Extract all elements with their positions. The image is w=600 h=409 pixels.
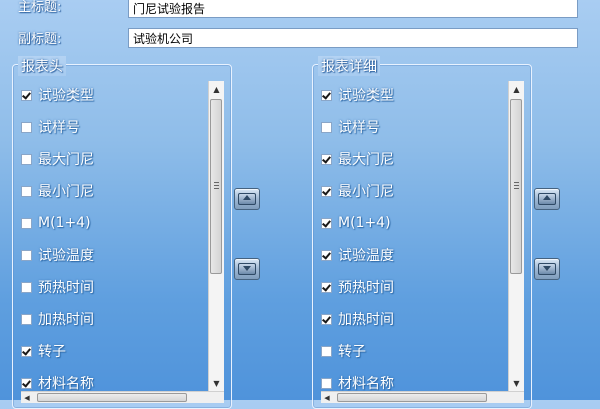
report-detail-item[interactable]: 预热时间 — [321, 277, 394, 297]
checkbox[interactable] — [321, 185, 332, 197]
checkbox[interactable] — [321, 345, 332, 357]
report-header-vscroll[interactable]: ▲ ▼ — [208, 81, 224, 391]
checkbox-label: 试验类型 — [338, 88, 394, 104]
report-header-item[interactable]: 加热时间 — [21, 309, 94, 329]
checkbox-label: 材料名称 — [38, 376, 94, 392]
report-detail-item[interactable]: 转子 — [321, 341, 366, 361]
move-down-icon — [238, 263, 256, 275]
checkbox-label: M(1+4) — [38, 215, 91, 231]
report-header-item[interactable]: 材料名称 — [21, 373, 94, 393]
checkbox-label: 预热时间 — [38, 280, 94, 296]
report-detail-item[interactable]: M(1+4) — [321, 213, 391, 233]
checkbox[interactable] — [321, 153, 332, 165]
checkbox-label: 最大门尼 — [38, 152, 94, 168]
checkbox-label: 试验类型 — [38, 88, 94, 104]
checkbox[interactable] — [321, 217, 332, 229]
report-detail-item[interactable]: 试样号 — [321, 117, 380, 137]
report-detail-list: 试验类型试样号最大门尼最小门尼 M(1+4) 试验温度预热时间加热时间转子材料名称 — [321, 85, 511, 405]
report-detail-hscroll[interactable]: ◀ — [321, 391, 524, 403]
report-header-item[interactable]: 最小门尼 — [21, 181, 94, 201]
move-down-icon — [538, 263, 556, 275]
checkbox[interactable] — [21, 121, 32, 133]
checkbox[interactable] — [321, 281, 332, 293]
scroll-up-icon[interactable]: ▲ — [509, 81, 524, 97]
report-detail-vscroll[interactable]: ▲ ▼ — [508, 81, 524, 391]
scroll-left-icon[interactable]: ◀ — [21, 392, 33, 403]
scroll-down-icon[interactable]: ▼ — [209, 375, 224, 391]
checkbox-label: 转子 — [38, 344, 66, 360]
right-move-down-button[interactable] — [534, 258, 560, 280]
report-detail-item[interactable]: 最小门尼 — [321, 181, 394, 201]
checkbox-label: 试验温度 — [38, 248, 94, 264]
checkbox[interactable] — [21, 89, 32, 101]
report-detail-item[interactable]: 最大门尼 — [321, 149, 394, 169]
main-title-label: 主标题: — [18, 0, 62, 15]
checkbox[interactable] — [21, 313, 32, 325]
checkbox-label: 最小门尼 — [38, 184, 94, 200]
checkbox-label: 试验温度 — [338, 248, 394, 264]
checkbox-label: 加热时间 — [38, 312, 94, 328]
report-header-hscroll[interactable]: ◀ — [21, 391, 224, 403]
sub-title-label: 副标题: — [18, 32, 62, 47]
main-title-input[interactable]: 门尼试验报告 — [128, 0, 578, 18]
report-detail-item[interactable]: 加热时间 — [321, 309, 394, 329]
checkbox[interactable] — [321, 313, 332, 325]
report-detail-item[interactable]: 材料名称 — [321, 373, 394, 393]
scroll-thumb[interactable] — [510, 99, 522, 274]
report-header-item[interactable]: 试验温度 — [21, 245, 94, 265]
move-up-icon — [538, 193, 556, 205]
report-detail-title: 报表详细 — [318, 56, 380, 76]
left-move-up-button[interactable] — [234, 188, 260, 210]
hscroll-thumb[interactable] — [37, 393, 187, 402]
move-up-icon — [238, 193, 256, 205]
checkbox[interactable] — [321, 249, 332, 261]
hscroll-thumb[interactable] — [337, 393, 487, 402]
checkbox[interactable] — [21, 377, 32, 389]
left-move-down-button[interactable] — [234, 258, 260, 280]
report-header-group: 试验类型 试样号 最大门尼 最小门尼 M(1+4) 试验温度 预热时间 加热时间 转子 材料名称 … — [12, 64, 232, 409]
report-header-item[interactable]: 最大门尼 — [21, 149, 94, 169]
checkbox-label: M(1+4) — [338, 215, 391, 231]
scroll-down-icon[interactable]: ▼ — [509, 375, 524, 391]
checkbox[interactable] — [21, 281, 32, 293]
checkbox[interactable] — [21, 185, 32, 197]
checkbox-label: 最大门尼 — [338, 152, 394, 168]
checkbox[interactable] — [21, 345, 32, 357]
report-header-title: 报表头 — [18, 56, 66, 76]
report-header-list: 试验类型试样号最大门尼最小门尼 M(1+4) 试验温度预热时间加热时间转子材料名称 — [21, 85, 211, 405]
report-detail-item[interactable]: 试验类型 — [321, 85, 394, 105]
checkbox[interactable] — [21, 217, 32, 229]
right-move-up-button[interactable] — [534, 188, 560, 210]
report-detail-item[interactable]: 试验温度 — [321, 245, 394, 265]
report-header-item[interactable]: 试验类型 — [21, 85, 94, 105]
report-header-item[interactable]: 转子 — [21, 341, 66, 361]
checkbox-label: 加热时间 — [338, 312, 394, 328]
checkbox[interactable] — [321, 377, 332, 389]
checkbox-label: 试样号 — [338, 120, 380, 136]
scroll-thumb[interactable] — [210, 99, 222, 274]
checkbox[interactable] — [21, 153, 32, 165]
checkbox-label: 最小门尼 — [338, 184, 394, 200]
checkbox-label: 转子 — [338, 344, 366, 360]
scroll-left-icon[interactable]: ◀ — [321, 392, 333, 403]
sub-title-input[interactable]: 试验机公司 — [128, 28, 578, 48]
report-header-item[interactable]: M(1+4) — [21, 213, 91, 233]
report-header-item[interactable]: 试样号 — [21, 117, 80, 137]
report-header-item[interactable]: 预热时间 — [21, 277, 94, 297]
report-detail-group: 试验类型 试样号 最大门尼 最小门尼 M(1+4) 试验温度 预热时间 加热时间 转子 材料名称 … — [312, 64, 532, 409]
scroll-up-icon[interactable]: ▲ — [209, 81, 224, 97]
checkbox-label: 预热时间 — [338, 280, 394, 296]
checkbox-label: 材料名称 — [338, 376, 394, 392]
checkbox[interactable] — [21, 249, 32, 261]
checkbox-label: 试样号 — [38, 120, 80, 136]
checkbox[interactable] — [321, 89, 332, 101]
checkbox[interactable] — [321, 121, 332, 133]
